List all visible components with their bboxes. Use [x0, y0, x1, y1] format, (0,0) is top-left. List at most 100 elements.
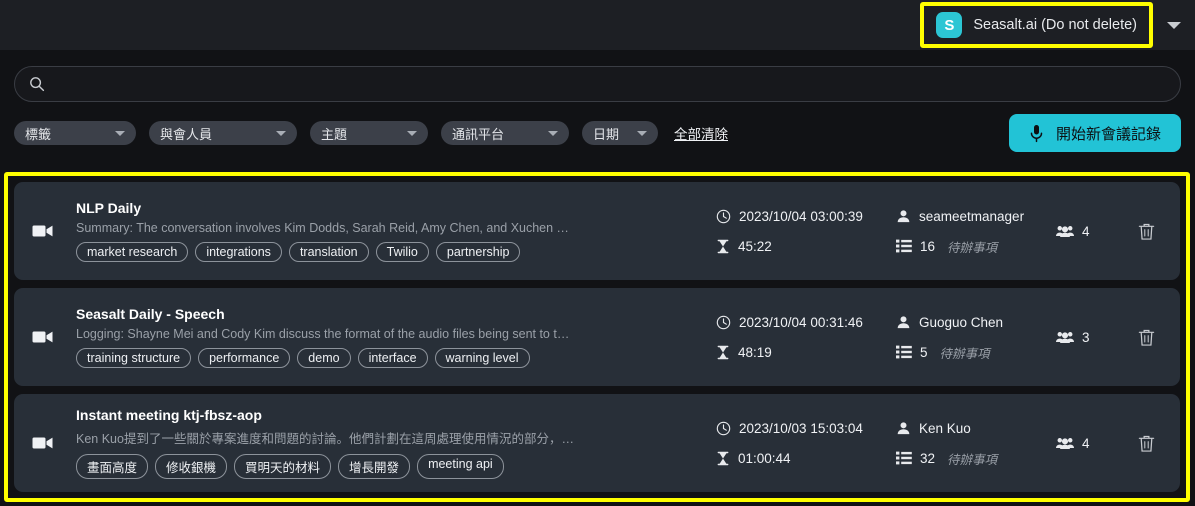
new-recording-button[interactable]: 開始新會議記錄 — [1008, 114, 1181, 152]
meeting-tags: training structure performance demo inte… — [76, 348, 716, 368]
meeting-summary: Ken Kuo提到了一些關於專案進度和問題的討論。他們計劃在這周處理使用情況的部… — [76, 432, 576, 446]
trash-icon — [1138, 223, 1154, 240]
meeting-todo-count: 16 — [920, 238, 936, 254]
meeting-row[interactable]: Instant meeting ktj-fbsz-aop Ken Kuo提到了一… — [14, 394, 1180, 492]
tag-chip[interactable]: 畫面高度 — [76, 454, 149, 479]
filter-pill-platform[interactable]: 通訊平台 — [441, 121, 569, 145]
chevron-down-icon — [407, 130, 417, 136]
clock-icon — [716, 209, 731, 224]
tag-chip[interactable]: translation — [288, 242, 369, 262]
filter-pill-label: 主題 — [321, 126, 348, 142]
delete-meeting-button[interactable] — [1126, 434, 1166, 453]
filter-pill-label: 通訊平台 — [452, 126, 505, 142]
tag-chip[interactable]: performance — [198, 348, 291, 368]
meeting-datetime: 2023/10/04 00:31:46 — [739, 314, 863, 330]
tag-chip[interactable]: warning level — [434, 348, 530, 368]
meeting-host-meta: seameetmanager 16 待辦事項 — [896, 204, 1056, 258]
meeting-todo-count: 5 — [920, 344, 928, 360]
search-box[interactable] — [14, 66, 1181, 102]
meeting-duration: 48:19 — [738, 344, 772, 360]
meeting-duration: 45:22 — [738, 238, 772, 254]
meeting-host: Ken Kuo — [919, 420, 971, 436]
meeting-datetime: 2023/10/03 15:03:04 — [739, 420, 863, 436]
meeting-participants-meta: 4 — [1056, 431, 1126, 455]
filter-pill-tags[interactable]: 標籤 — [14, 121, 136, 145]
filter-bar: 標籤 與會人員 主題 通訊平台 日期 全部清除 開始新會議記錄 — [0, 102, 1195, 152]
tag-chip[interactable]: demo — [297, 348, 351, 368]
filter-pill-label: 日期 — [593, 126, 620, 142]
tag-chip[interactable]: 增長開發 — [338, 454, 411, 479]
meeting-host: Guoguo Chen — [919, 314, 1004, 330]
search-section — [0, 50, 1195, 102]
meeting-title: Instant meeting ktj-fbsz-aop — [76, 407, 262, 423]
workspace-highlight-box: S Seasalt.ai (Do not delete) — [920, 2, 1153, 48]
video-camera-icon — [32, 329, 66, 345]
delete-meeting-button[interactable] — [1126, 328, 1166, 347]
workspace-name: Seasalt.ai (Do not delete) — [973, 17, 1137, 33]
video-camera-icon — [32, 223, 66, 239]
person-icon — [896, 209, 911, 224]
meeting-list: NLP Daily Summary: The conversation invo… — [14, 182, 1180, 492]
filter-pill-attendees[interactable]: 與會人員 — [149, 121, 297, 145]
meeting-summary: Summary: The conversation involves Kim D… — [76, 221, 576, 235]
chevron-down-icon — [115, 130, 125, 136]
filter-pill-topic[interactable]: 主題 — [310, 121, 428, 145]
meeting-title: NLP Daily — [76, 200, 142, 216]
tag-chip[interactable]: 修收銀機 — [155, 454, 228, 479]
meeting-time-meta: 2023/10/03 15:03:04 01:00:44 — [716, 416, 896, 470]
meeting-datetime: 2023/10/04 03:00:39 — [739, 208, 863, 224]
hourglass-icon — [716, 345, 730, 360]
tag-chip[interactable]: training structure — [76, 348, 192, 368]
clear-all-filters-link[interactable]: 全部清除 — [674, 123, 728, 143]
filter-pill-label: 標籤 — [25, 126, 52, 142]
search-icon — [29, 76, 45, 92]
workspace-avatar: S — [936, 12, 963, 38]
filter-pill-date[interactable]: 日期 — [582, 121, 658, 145]
microphone-icon — [1029, 124, 1044, 143]
meeting-participants-meta: 3 — [1056, 325, 1126, 349]
hourglass-icon — [716, 451, 730, 466]
trash-icon — [1138, 435, 1154, 452]
app-root: S Seasalt.ai (Do not delete) 標籤 與會人員 主題 … — [0, 0, 1195, 506]
meeting-participants-meta: 4 — [1056, 219, 1126, 243]
person-icon — [896, 421, 911, 436]
meeting-participant-count: 4 — [1082, 223, 1090, 239]
meeting-host-meta: Guoguo Chen 5 待辦事項 — [896, 310, 1056, 364]
todo-list-icon — [896, 451, 912, 465]
meeting-list-highlight-box: NLP Daily Summary: The conversation invo… — [4, 172, 1190, 502]
meeting-duration: 01:00:44 — [738, 450, 791, 466]
todo-list-icon — [896, 345, 912, 359]
people-group-icon — [1056, 330, 1074, 344]
meeting-tags: market research integrations translation… — [76, 242, 716, 262]
todo-list-icon — [896, 239, 912, 253]
new-recording-label: 開始新會議記錄 — [1055, 125, 1161, 143]
tag-chip[interactable]: 買明天的材料 — [234, 454, 332, 479]
meeting-todo-label: 待辦事項 — [947, 452, 998, 467]
tag-chip[interactable]: market research — [76, 242, 189, 262]
meeting-todo-count: 32 — [920, 450, 936, 466]
meeting-main: Instant meeting ktj-fbsz-aop Ken Kuo提到了一… — [66, 407, 716, 479]
meeting-summary: Logging: Shayne Mei and Cody Kim discuss… — [76, 327, 576, 341]
meeting-time-meta: 2023/10/04 00:31:46 48:19 — [716, 310, 896, 364]
tag-chip[interactable]: interface — [357, 348, 428, 368]
tag-chip[interactable]: Twilio — [375, 242, 429, 262]
meeting-row[interactable]: NLP Daily Summary: The conversation invo… — [14, 182, 1180, 280]
meeting-main: NLP Daily Summary: The conversation invo… — [66, 200, 716, 262]
delete-meeting-button[interactable] — [1126, 222, 1166, 241]
person-icon — [896, 315, 911, 330]
chevron-down-icon — [637, 130, 647, 136]
chevron-down-icon[interactable] — [1167, 21, 1181, 29]
meeting-row[interactable]: Seasalt Daily - Speech Logging: Shayne M… — [14, 288, 1180, 386]
clock-icon — [716, 421, 731, 436]
meeting-main: Seasalt Daily - Speech Logging: Shayne M… — [66, 306, 716, 368]
filter-pill-label: 與會人員 — [160, 126, 213, 142]
meeting-participant-count: 4 — [1082, 435, 1090, 451]
tag-chip[interactable]: partnership — [435, 242, 521, 262]
meeting-host-meta: Ken Kuo 32 待辦事項 — [896, 416, 1056, 470]
workspace-selector[interactable]: S Seasalt.ai (Do not delete) — [930, 12, 1143, 38]
people-group-icon — [1056, 224, 1074, 238]
tag-chip[interactable]: integrations — [195, 242, 282, 262]
clock-icon — [716, 315, 731, 330]
search-input[interactable] — [55, 76, 1166, 92]
tag-chip[interactable]: meeting api — [417, 454, 504, 479]
